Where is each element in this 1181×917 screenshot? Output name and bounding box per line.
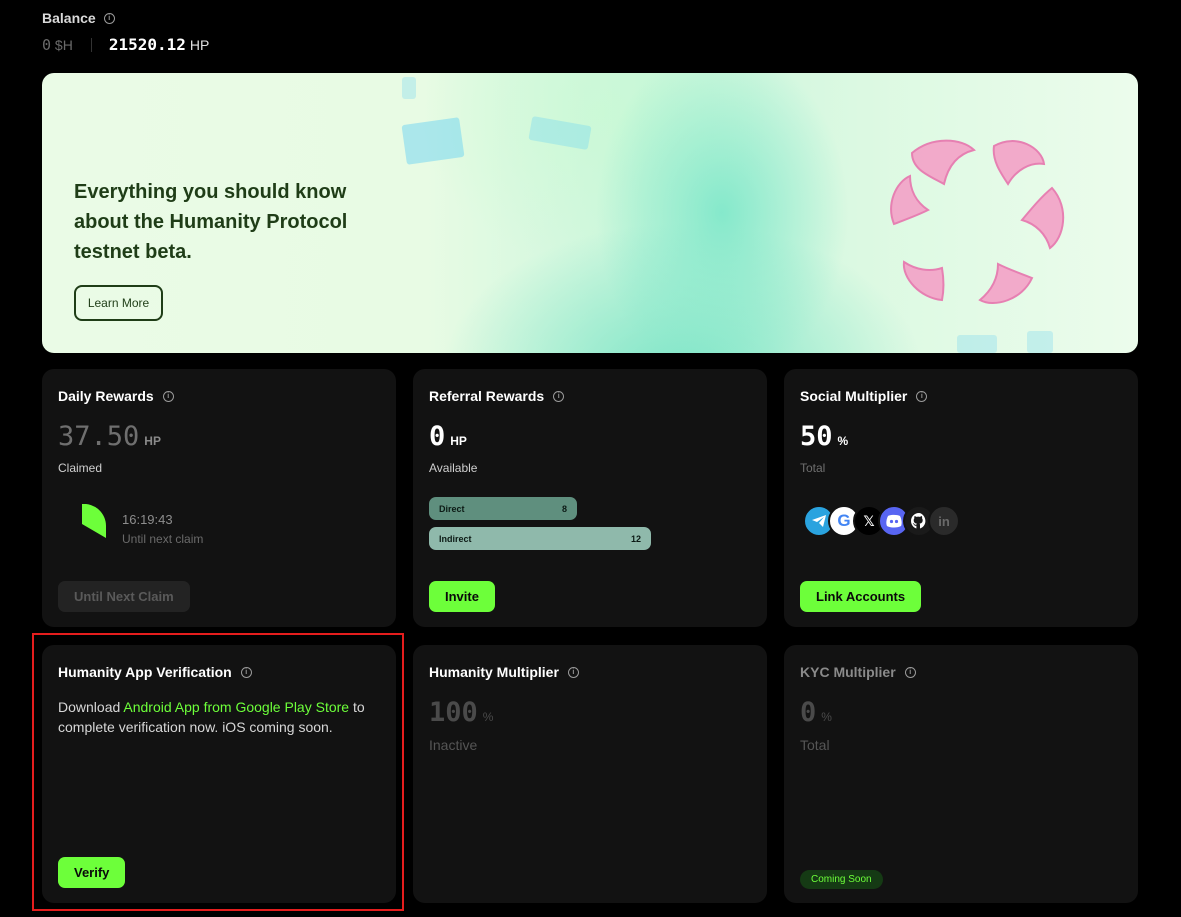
referral-rewards-value: 0: [429, 421, 446, 452]
social-multiplier-status: Total: [800, 461, 826, 475]
referral-rewards-title: Referral Rewards: [429, 388, 545, 404]
info-icon[interactable]: i: [162, 390, 174, 402]
info-icon[interactable]: i: [103, 12, 115, 24]
kyc-multiplier-card: KYC Multiplier i 0 % Total Coming Soon: [784, 645, 1138, 903]
humanity-multiplier-card: Humanity Multiplier i 100 % Inactive: [413, 645, 767, 903]
countdown-label: Until next claim: [122, 532, 204, 546]
social-multiplier-title-row: Social Multiplier i: [800, 388, 928, 404]
coming-soon-badge: Coming Soon: [800, 870, 883, 889]
humanity-multiplier-title-row: Humanity Multiplier i: [429, 664, 579, 680]
kyc-multiplier-title: KYC Multiplier: [800, 664, 896, 680]
banner-decoration: [528, 115, 592, 151]
daily-rewards-value: 37.50: [58, 421, 140, 452]
testnet-banner: Everything you should know about the Hum…: [42, 73, 1138, 353]
kyc-multiplier-value-row: 0 %: [800, 697, 832, 728]
direct-referrals-label: Direct: [439, 503, 465, 514]
learn-more-button[interactable]: Learn More: [74, 285, 163, 321]
direct-referrals-bar: Direct 8: [429, 497, 577, 520]
banner-decoration: [1027, 331, 1053, 353]
social-multiplier-value-row: 50 %: [800, 421, 848, 452]
daily-rewards-card: Daily Rewards i 37.50 HP Claimed 16:19:4…: [42, 369, 396, 627]
kyc-multiplier-value: 0: [800, 697, 817, 728]
sh-balance: 0 $H: [42, 36, 73, 54]
invite-button[interactable]: Invite: [429, 581, 495, 612]
balance-section: Balance i 0 $H 21520.12 HP: [42, 10, 209, 54]
hp-balance-value: 21520.12: [108, 35, 186, 54]
until-next-claim-button[interactable]: Until Next Claim: [58, 581, 190, 612]
humanity-multiplier-title: Humanity Multiplier: [429, 664, 559, 680]
kyc-multiplier-status: Total: [800, 737, 830, 753]
sh-balance-value: 0: [42, 35, 52, 54]
humanity-multiplier-unit: %: [482, 710, 494, 724]
info-icon[interactable]: i: [904, 666, 916, 678]
banner-decoration: [957, 335, 997, 353]
kyc-multiplier-unit: %: [821, 710, 832, 724]
countdown-time: 16:19:43: [122, 512, 173, 527]
daily-rewards-title-row: Daily Rewards i: [58, 388, 174, 404]
banner-headline: Everything you should know about the Hum…: [74, 181, 348, 263]
humanity-logo-icon: [890, 139, 1065, 304]
link-accounts-button[interactable]: Link Accounts: [800, 581, 922, 612]
banner-decoration: [401, 117, 465, 165]
balance-values: 0 $H 21520.12 HP: [42, 35, 209, 54]
social-accounts-row: G 𝕏 in: [803, 505, 960, 537]
daily-rewards-status: Claimed: [58, 461, 103, 475]
indirect-referrals-count: 12: [630, 533, 641, 544]
hp-balance: 21520.12 HP: [109, 35, 210, 54]
daily-rewards-unit: HP: [144, 434, 161, 448]
indirect-referrals-label: Indirect: [439, 533, 472, 544]
social-multiplier-value: 50: [800, 421, 833, 452]
referral-rewards-title-row: Referral Rewards i: [429, 388, 565, 404]
humanity-multiplier-status: Inactive: [429, 737, 478, 753]
referral-rewards-value-row: 0 HP: [429, 421, 467, 452]
humanity-multiplier-value: 100: [429, 697, 478, 728]
banner-decoration: [402, 77, 416, 99]
social-multiplier-unit: %: [837, 434, 849, 448]
info-icon[interactable]: i: [567, 666, 579, 678]
referral-rewards-unit: HP: [450, 434, 467, 448]
referral-rewards-card: Referral Rewards i 0 HP Available Direct…: [413, 369, 767, 627]
linkedin-icon[interactable]: in: [928, 505, 960, 537]
balance-divider: [90, 37, 92, 52]
countdown-pie-icon: [82, 504, 106, 538]
referral-rewards-status: Available: [429, 461, 478, 475]
balance-title-row: Balance i: [42, 10, 209, 26]
sh-balance-unit: $H: [54, 36, 73, 53]
hp-balance-unit: HP: [189, 37, 210, 53]
social-multiplier-title: Social Multiplier: [800, 388, 908, 404]
info-icon[interactable]: i: [916, 390, 928, 402]
humanity-multiplier-value-row: 100 %: [429, 697, 493, 728]
info-icon[interactable]: i: [553, 390, 565, 402]
social-multiplier-card: Social Multiplier i 50 % Total G 𝕏 in Li…: [784, 369, 1138, 627]
balance-title: Balance: [42, 10, 96, 26]
direct-referrals-count: 8: [561, 503, 567, 514]
indirect-referrals-bar: Indirect 12: [429, 527, 651, 550]
highlight-frame: [32, 633, 404, 911]
kyc-multiplier-title-row: KYC Multiplier i: [800, 664, 916, 680]
daily-rewards-title: Daily Rewards: [58, 388, 154, 404]
daily-rewards-value-row: 37.50 HP: [58, 421, 161, 452]
